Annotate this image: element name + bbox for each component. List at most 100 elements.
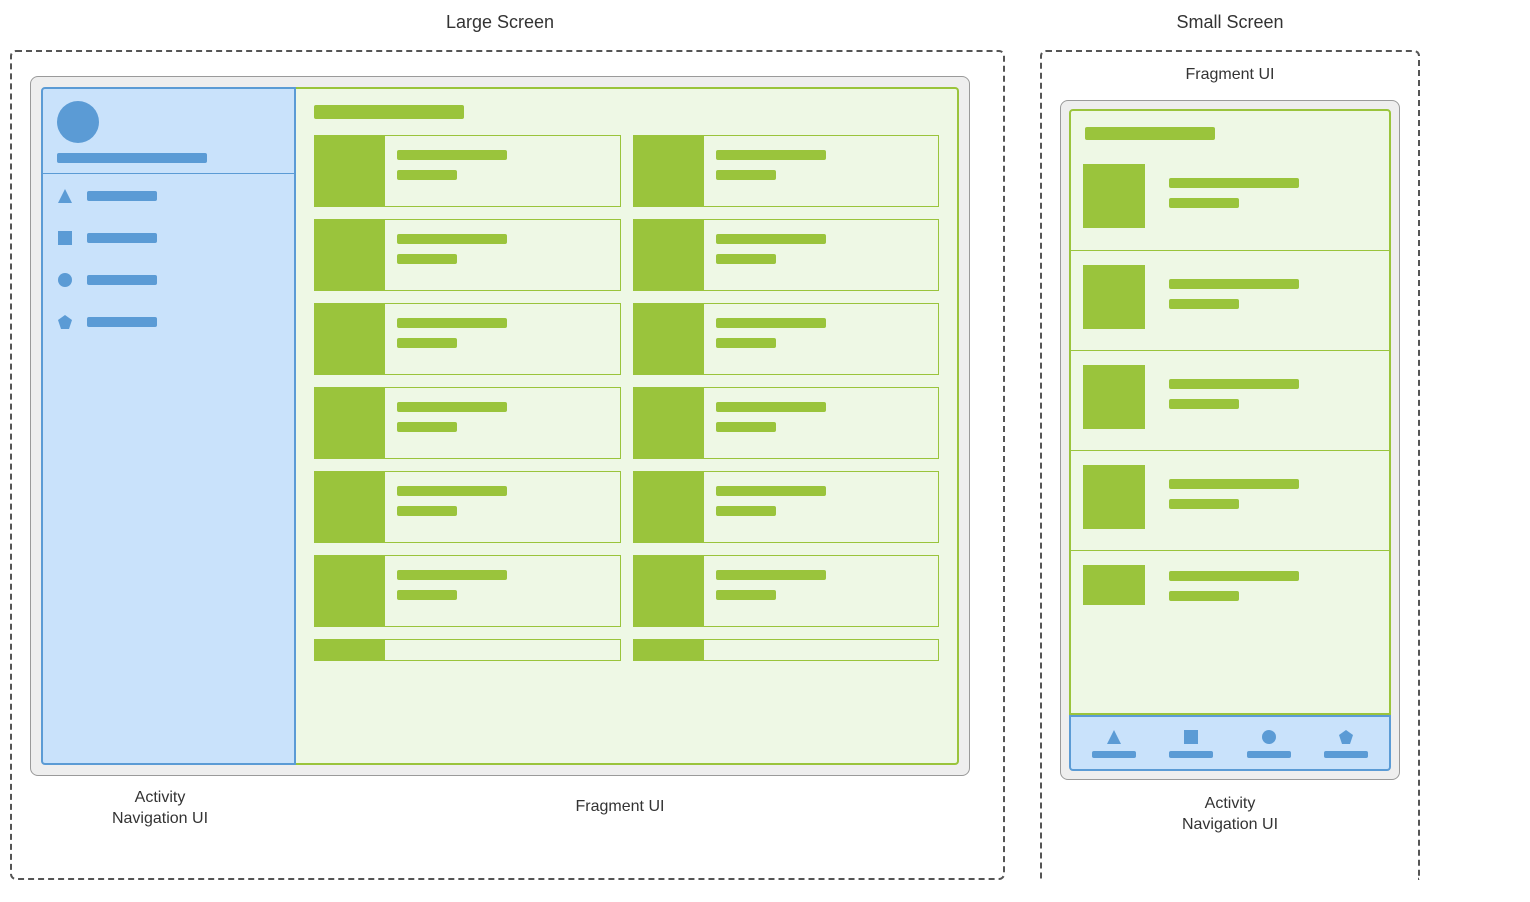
card-body	[385, 136, 620, 206]
list-card[interactable]	[314, 555, 621, 627]
list-card[interactable]	[314, 303, 621, 375]
list-card-partial[interactable]	[314, 639, 621, 661]
label-fragment-ui: Fragment UI	[576, 798, 665, 815]
label-navigation-ui: Navigation UI	[112, 810, 208, 827]
card-line1	[716, 234, 826, 244]
nav-label	[1324, 751, 1368, 758]
label-navigation-ui: Navigation UI	[1182, 816, 1278, 833]
nav-label	[87, 191, 157, 201]
list-card[interactable]	[633, 219, 940, 291]
card-line1	[716, 402, 826, 412]
nav-item-triangle[interactable]	[57, 188, 280, 204]
bottom-nav-item-pentagon[interactable]	[1316, 729, 1376, 758]
list-card[interactable]	[633, 303, 940, 375]
card-thumb	[1083, 565, 1145, 605]
list-card[interactable]	[1071, 350, 1389, 450]
card-thumb	[634, 556, 704, 626]
card-body	[704, 556, 939, 626]
list-card[interactable]	[1071, 250, 1389, 350]
label-activity-navigation-ui: Activity Navigation UI	[30, 788, 290, 830]
card-line2	[716, 590, 776, 600]
card-line2	[716, 254, 776, 264]
card-line1	[1169, 479, 1299, 489]
list-card-partial[interactable]	[633, 639, 940, 661]
card-body	[385, 388, 620, 458]
card-body	[385, 304, 620, 374]
fragment-title-placeholder	[314, 105, 464, 119]
card-line2	[397, 170, 457, 180]
list-card-partial[interactable]	[1071, 550, 1389, 606]
card-line2	[397, 506, 457, 516]
large-device-frame	[30, 76, 970, 776]
bottom-nav-item-circle[interactable]	[1239, 729, 1299, 758]
card-line1	[397, 150, 507, 160]
card-body	[385, 640, 620, 660]
pentagon-icon	[57, 314, 73, 330]
small-list	[1071, 150, 1389, 713]
list-card[interactable]	[633, 135, 940, 207]
card-body	[1159, 551, 1389, 606]
card-body	[704, 472, 939, 542]
card-body	[704, 220, 939, 290]
list-card[interactable]	[314, 219, 621, 291]
card-line2	[1169, 299, 1239, 309]
nav-item-pentagon[interactable]	[57, 314, 280, 330]
card-line2	[716, 170, 776, 180]
nav-label	[87, 275, 157, 285]
card-line1	[716, 318, 826, 328]
card-body	[704, 136, 939, 206]
card-line1	[716, 150, 826, 160]
square-icon	[57, 230, 73, 246]
small-fragment-header	[1071, 111, 1389, 150]
card-body	[704, 640, 939, 660]
bottom-nav-item-square[interactable]	[1161, 729, 1221, 758]
card-line1	[397, 234, 507, 244]
card-thumb	[634, 640, 704, 660]
card-thumb	[634, 388, 704, 458]
list-card[interactable]	[314, 135, 621, 207]
list-card[interactable]	[1071, 150, 1389, 250]
label-fragment-ui-large: Fragment UI	[300, 797, 940, 818]
card-body	[1159, 351, 1389, 450]
card-body	[1159, 251, 1389, 350]
card-thumb	[634, 220, 704, 290]
card-line2	[397, 254, 457, 264]
circle-icon	[1261, 729, 1277, 745]
card-line2	[716, 422, 776, 432]
card-line1	[397, 570, 507, 580]
list-card[interactable]	[1071, 450, 1389, 550]
list-card[interactable]	[314, 471, 621, 543]
label-activity: Activity	[1205, 795, 1256, 812]
card-thumb	[634, 472, 704, 542]
square-icon	[1183, 729, 1199, 745]
nav-list	[43, 174, 294, 370]
triangle-icon	[57, 188, 73, 204]
fragment-title-placeholder	[1085, 127, 1215, 140]
card-line2	[397, 338, 457, 348]
card-line1	[397, 318, 507, 328]
card-body	[1159, 150, 1389, 250]
card-line2	[716, 506, 776, 516]
label-activity-navigation-ui-small: Activity Navigation UI	[1040, 794, 1420, 836]
card-line2	[1169, 198, 1239, 208]
profile-name-placeholder	[57, 153, 207, 163]
bottom-nav-item-triangle[interactable]	[1084, 729, 1144, 758]
card-line2	[716, 338, 776, 348]
nav-label	[87, 233, 157, 243]
sidebar-navigation	[41, 87, 296, 765]
list-card[interactable]	[314, 387, 621, 459]
list-card[interactable]	[633, 555, 940, 627]
card-body	[1159, 451, 1389, 550]
card-thumb	[315, 136, 385, 206]
card-thumb	[1083, 365, 1145, 429]
card-line1	[397, 402, 507, 412]
card-line1	[397, 486, 507, 496]
label-activity: Activity	[135, 789, 186, 806]
nav-item-circle[interactable]	[57, 272, 280, 288]
list-card[interactable]	[633, 471, 940, 543]
title-small-screen: Small Screen	[1040, 12, 1420, 33]
list-card[interactable]	[633, 387, 940, 459]
avatar	[57, 101, 99, 143]
nav-item-square[interactable]	[57, 230, 280, 246]
card-thumb	[315, 304, 385, 374]
